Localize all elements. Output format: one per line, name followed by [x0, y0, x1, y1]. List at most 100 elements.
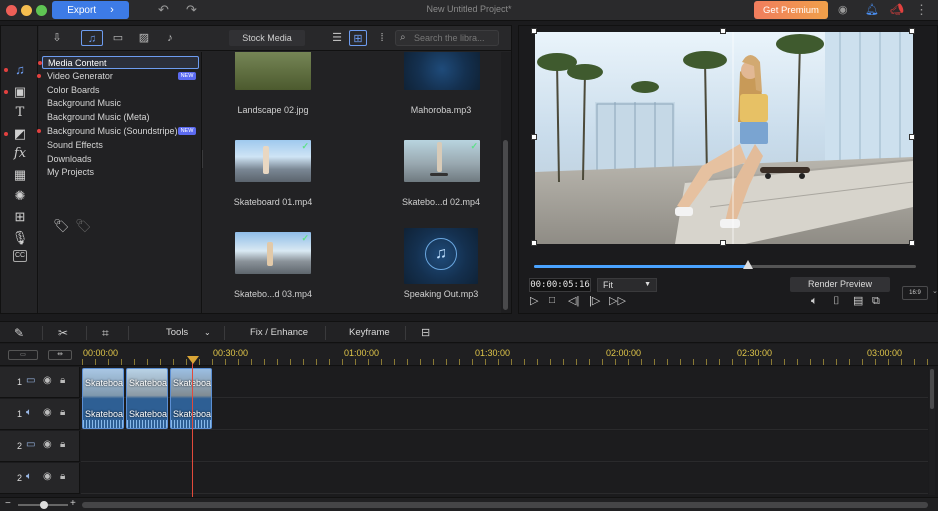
video-filter-icon[interactable]: ▭ [109, 30, 127, 46]
list-view-icon[interactable]: ☰ [329, 30, 345, 46]
edit-pen-icon[interactable]: ✎ [14, 326, 24, 340]
media-grid-scrollbar[interactable] [501, 52, 511, 313]
preview-scrubber[interactable] [534, 260, 916, 269]
title-room-icon[interactable]: T [10, 104, 30, 122]
captions-icon[interactable]: CC [13, 250, 27, 262]
timeline-ruler[interactable]: ▭ ⇹ 00:00:00 00:30:00 01:00:00 01:30:00 … [0, 344, 938, 366]
announcement-icon[interactable]: 📣︎ [890, 3, 904, 17]
fix-enhance-button[interactable]: Fix / Enhance [250, 327, 308, 339]
lock-icon[interactable]: 🔒︎ [60, 471, 65, 483]
zoom-in-icon[interactable]: + [70, 498, 76, 509]
timeline-clip[interactable]: Skateboa Skateboa [82, 368, 124, 429]
get-premium-button[interactable]: Get Premium [754, 1, 828, 19]
track-manager-icon[interactable]: ▭ [8, 350, 38, 360]
lock-icon[interactable]: 🔒︎ [60, 375, 65, 387]
next-frame-icon[interactable]: |▷ [589, 294, 600, 308]
particle-room-icon[interactable]: ✺ [10, 187, 30, 205]
more-tools-icon[interactable]: ⊟ [421, 326, 430, 340]
stop-icon[interactable]: □ [549, 294, 555, 308]
account-icon[interactable]: ◉ [838, 3, 848, 17]
media-thumb-landscape[interactable] [235, 52, 311, 90]
tree-item-video-generator[interactable]: Video Generator NEW [37, 70, 199, 83]
keyframe-button[interactable]: Keyframe [349, 327, 390, 339]
visibility-eye-icon[interactable]: ◉ [43, 375, 52, 387]
crop-icon[interactable]: ⌗ [102, 326, 109, 340]
microphone-icon[interactable]: 🎙︎ [10, 229, 30, 247]
tools-menu[interactable]: Tools [166, 327, 188, 339]
audio-filter-icon[interactable]: ♪ [161, 30, 179, 46]
timeline-clip[interactable]: Skateboa Skateboa [126, 368, 168, 429]
tree-item-my-projects[interactable]: My Projects [42, 166, 199, 179]
timeline-clip[interactable]: Skateboa Skateboa [170, 368, 212, 429]
media-filter-all-icon[interactable]: ♫ [81, 30, 103, 46]
fit-timeline-icon[interactable]: ⇹ [48, 350, 72, 360]
scrubber-knob[interactable] [742, 260, 753, 269]
fast-forward-icon[interactable]: ▷▷ [609, 294, 626, 308]
media-thumb-audio[interactable] [404, 52, 480, 90]
resize-handle[interactable] [909, 134, 915, 140]
aspect-ratio-button[interactable]: 16:9 [902, 286, 928, 300]
media-room-icon[interactable]: ♫ [10, 61, 30, 79]
tree-item-sound-effects[interactable]: Sound Effects [42, 139, 199, 152]
visibility-eye-icon[interactable]: ◉ [43, 407, 52, 419]
subtitle-icon[interactable]: ▤ [853, 294, 863, 308]
tree-item-color-boards[interactable]: Color Boards [42, 84, 199, 97]
resize-handle[interactable] [720, 28, 726, 34]
snapshot-camera-icon[interactable]: ⌷ [833, 294, 840, 308]
lock-icon[interactable]: 🔒︎ [60, 407, 65, 419]
stock-media-button[interactable]: Stock Media [229, 30, 305, 46]
resize-handle[interactable] [909, 240, 915, 246]
tree-item-downloads[interactable]: Downloads [42, 153, 199, 166]
resize-handle[interactable] [720, 240, 726, 246]
resize-handle[interactable] [909, 28, 915, 34]
timeline-horizontal-scrollbar[interactable] [82, 502, 928, 508]
play-icon[interactable]: ▷ [530, 294, 538, 308]
more-menu-icon[interactable]: ⋮ [915, 3, 928, 17]
zoom-out-icon[interactable]: − [5, 498, 11, 509]
zoom-fit-select[interactable]: Fit ▼ [597, 278, 657, 292]
tree-item-background-music[interactable]: Background Music [42, 97, 199, 110]
resize-handle[interactable] [531, 240, 537, 246]
media-thumb-audio[interactable]: ♫ [404, 228, 478, 284]
media-thumb-skateboard-02[interactable]: ✓ [404, 140, 480, 182]
render-preview-button[interactable]: Render Preview [790, 277, 890, 292]
remove-tag-icon[interactable]: 🏷︎ [75, 218, 92, 234]
resize-handle[interactable] [531, 28, 537, 34]
zoom-slider-knob[interactable] [40, 501, 48, 509]
chevron-down-icon[interactable]: ⌄ [932, 287, 938, 295]
media-thumb-skateboard-03[interactable]: ✓ [235, 232, 311, 274]
library-search-input[interactable]: ⌕ Search the libra... [395, 30, 499, 46]
undock-preview-icon[interactable]: ⧉ [872, 294, 880, 308]
track-row-video-2[interactable] [81, 431, 928, 462]
transition-room-icon[interactable]: ◩ [10, 125, 30, 143]
tree-item-background-music-meta[interactable]: Background Music (Meta) [42, 111, 199, 124]
more-options-icon[interactable]: ⁞ [375, 30, 389, 46]
media-thumb-skateboard-01[interactable]: ✓ [235, 140, 311, 182]
image-filter-icon[interactable]: ▨ [135, 30, 153, 46]
lock-icon[interactable]: 🔒︎ [60, 439, 65, 451]
chevron-down-icon[interactable]: ⌄ [204, 327, 211, 339]
timecode-display[interactable]: 00:00:05:16 [529, 278, 591, 292]
subtitle-room-icon[interactable]: ⊞ [10, 208, 30, 226]
playhead-marker[interactable] [187, 356, 199, 364]
scissors-icon[interactable]: ✂ [58, 326, 68, 340]
track-row-audio-2[interactable] [81, 463, 928, 494]
notification-bell-icon[interactable]: 🔔︎ [865, 3, 879, 17]
video-room-icon[interactable]: ▣ [10, 83, 30, 101]
resize-handle[interactable] [531, 134, 537, 140]
add-tag-icon[interactable]: 🏷︎ [53, 218, 70, 234]
visibility-eye-icon[interactable]: ◉ [43, 439, 52, 451]
import-icon[interactable]: ⇩ [49, 30, 65, 46]
grid-view-icon[interactable]: ⊞ [349, 30, 367, 46]
tree-item-background-music-soundstripe[interactable]: Background Music (Soundstripe) NEW [37, 125, 199, 138]
tree-item-media-content[interactable]: Media Content [38, 56, 199, 69]
visibility-eye-icon[interactable]: ◉ [43, 471, 52, 483]
preview-video[interactable] [535, 32, 913, 244]
playhead-line[interactable] [192, 356, 193, 498]
overlay-room-icon[interactable]: ▦ [10, 166, 30, 184]
previous-frame-icon[interactable]: ◁| [568, 294, 579, 308]
effects-room-icon[interactable]: fx [10, 145, 30, 163]
timeline-vertical-scrollbar[interactable] [929, 367, 935, 495]
notify-dot [4, 132, 8, 136]
volume-icon[interactable]: 🔈︎ [811, 294, 818, 308]
